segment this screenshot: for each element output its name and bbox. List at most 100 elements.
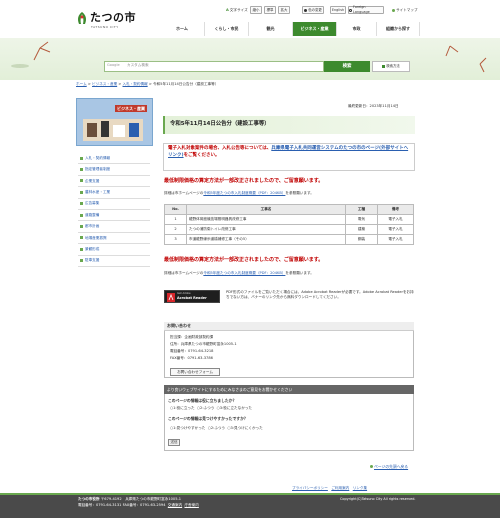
bid-overview-pdf-link[interactable]: 令和5年度たつの市入札制度概要（PDF：204KB）: [203, 271, 285, 275]
sidebar-item-local-industry[interactable]: 地場産業振興: [78, 233, 150, 245]
sidebar-item-business-support[interactable]: 企業支援: [78, 176, 150, 188]
survey-heading: より良いウェブサイトにするためにみなさまのご意見をお聞かせください: [164, 385, 414, 394]
font-small-button[interactable]: 縮小: [250, 6, 262, 14]
table-cell: 1: [164, 214, 187, 225]
detail-text-1: 詳細は市ホームページの令和5年度たつの市入札制度概要（PDF：204KB）を参照…: [164, 191, 314, 195]
notice-post: をご覧ください。: [183, 152, 220, 158]
page-top-link[interactable]: ページの先頭へ戻る: [370, 464, 408, 469]
table-cell: 建築: [345, 224, 378, 235]
col-header-no: No.: [164, 204, 187, 215]
survey-options-2: ○1:見つけやすかった ○2:ふつう ○3:見つけにくかった: [170, 426, 263, 431]
bullet-icon: [80, 247, 83, 251]
radio-easy[interactable]: ○1:見つけやすかった: [170, 426, 205, 430]
last-updated: 最終更新日：2023年11月14日: [348, 104, 399, 108]
privacy-policy-link[interactable]: プライバシーポリシー: [292, 486, 328, 490]
contact-fax: FAX番号：0791-63-3786: [170, 356, 213, 360]
table-cell: 電子入札: [377, 214, 414, 225]
copyright: Copyright(C)Tatsuno City All rights rese…: [340, 497, 416, 501]
radio-hard[interactable]: ○3:見つけにくかった: [227, 426, 262, 430]
table-cell: 鋼装: [345, 234, 378, 245]
breadcrumb-sep: >: [148, 82, 152, 86]
office-guide-link[interactable]: 庁舎案内: [184, 503, 198, 507]
bullet-icon: [80, 225, 83, 229]
sidebar-item-urban-planning[interactable]: 都市計画: [78, 221, 150, 233]
breadcrumb-bid[interactable]: 入札・契約情報: [123, 82, 148, 86]
sidebar-item-agriculture[interactable]: 農林水産・工業: [78, 187, 150, 199]
acrobat-label-1: Get Adobe: [177, 292, 191, 295]
breadcrumb-current: 令和5年11月14日公告分（建設工事等）: [152, 82, 219, 86]
breadcrumb-sep: >: [87, 82, 91, 86]
table-cell: 電子入札: [377, 224, 414, 235]
bullet-icon: [80, 168, 83, 172]
bullet-icon: [80, 202, 83, 206]
sitemap-icon: [392, 8, 395, 12]
acrobat-icon: [167, 293, 175, 302]
sidebar-item-ads[interactable]: 広告募集: [78, 199, 150, 210]
search-placeholder: カスタム検索: [127, 63, 149, 67]
survey-question-2: このページの情報は見つけやすかったですか？: [168, 416, 248, 421]
city-logo-icon[interactable]: [76, 11, 88, 25]
info-icon: [382, 65, 386, 68]
radio-normal-2[interactable]: ○2:ふつう: [208, 426, 225, 430]
table-row: 1 龍野体育館競技場照明器具改修工事 電気 電子入札: [164, 214, 414, 225]
page-title: 令和5年11月14日公告分（建設工事等）: [170, 121, 270, 127]
table-cell: 2: [164, 224, 187, 235]
radio-useful[interactable]: ○1:役に立った: [170, 406, 195, 410]
font-large-button[interactable]: 拡大: [278, 6, 290, 14]
acrobat-reader-banner[interactable]: Get Adobe Acrobat Reader: [164, 290, 220, 303]
footer-addr-line: 〒679-4192 兵庫県たつの市龍野町富永1005-1: [100, 497, 182, 501]
nav-business[interactable]: ビジネス・産業: [292, 22, 336, 36]
col-header-type: 工種: [345, 204, 378, 215]
sidebar-banner[interactable]: ビジネス・産業: [76, 98, 153, 146]
footer-links: プライバシーポリシー ご利用案内 リンク集: [292, 486, 367, 491]
radio-normal[interactable]: ○2:ふつう: [197, 406, 214, 410]
acrobat-text: PDF形式のファイルをご覧いただく場合には、Adobe Acrobat Read…: [226, 290, 414, 300]
warning-text-1: 最低制限価格の算定方法が一部改正されましたので、ご留意願います。: [164, 178, 324, 184]
bid-overview-pdf-link[interactable]: 令和5年度たつの市入札制度概要（PDF：204KB）: [203, 191, 285, 195]
search-help-button[interactable]: 検索方法: [372, 61, 410, 72]
sitemap-link[interactable]: サイトマップ: [392, 6, 418, 14]
site-logo-text[interactable]: たつの市: [90, 11, 136, 26]
footer-tel: 電話番号：0791-64-3131: [78, 502, 122, 507]
notice-text: 電子入札対象案件の場合、入札公告等については、兵庫県電子入札共同運営システムのた…: [168, 146, 412, 159]
table-cell: 電子入札: [377, 234, 414, 245]
breadcrumb-home[interactable]: ホーム: [76, 82, 87, 86]
survey-send-button[interactable]: 送信: [168, 439, 180, 446]
search-button[interactable]: 検索: [324, 61, 370, 72]
arrow-up-icon: [370, 465, 373, 468]
survey-options-1: ○1:役に立った ○2:ふつう ○3:役に立たなかった: [170, 406, 252, 411]
bullet-icon: [80, 190, 83, 194]
usage-guide-link[interactable]: ご利用案内: [331, 486, 349, 490]
sidebar-item-parking[interactable]: 駐車支援: [78, 256, 150, 267]
globe-icon: [349, 8, 352, 12]
access-link[interactable]: 交通案内: [168, 503, 182, 507]
link-collection-link[interactable]: リンク集: [353, 486, 367, 490]
breadcrumb-business[interactable]: ビジネス・産業: [92, 82, 117, 86]
detail-text-2: 詳細は市ホームページの令和5年度たつの市入札制度概要（PDF：204KB）を参照…: [164, 271, 314, 275]
nav-life[interactable]: くらし・市民: [204, 22, 248, 36]
sidebar-item-roads[interactable]: 道路整備: [78, 210, 150, 222]
sidebar-item-designated-manager[interactable]: 指定管理者制度: [78, 164, 150, 176]
inquiry-form-button[interactable]: お問い合わせフォーム: [170, 368, 220, 376]
nav-tourism[interactable]: 観光: [248, 22, 292, 36]
nav-home[interactable]: ホーム: [160, 22, 204, 36]
col-header-note: 備考: [377, 204, 414, 215]
nav-organization[interactable]: 組織から探す: [376, 22, 420, 36]
sidebar-item-bid[interactable]: 入札・契約情報: [78, 153, 150, 165]
notice-pre: 電子入札対象案件の場合、入札公告等については、: [168, 146, 272, 151]
footer-address: たつの市役所 〒679-4192 兵庫県たつの市龍野町富永1005-1 電話番号…: [78, 497, 288, 508]
sidebar-item-landscape[interactable]: 景観形成: [78, 244, 150, 256]
sidebar-banner-label: ビジネス・産業: [115, 105, 147, 113]
color-change-button[interactable]: 色の変更: [302, 6, 324, 14]
radio-not-useful[interactable]: ○3:役に立たなかった: [217, 406, 252, 410]
english-button[interactable]: English: [330, 6, 346, 14]
palette-icon: [304, 8, 308, 12]
font-standard-button[interactable]: 標準: [264, 6, 276, 14]
table-cell: 電気: [345, 214, 378, 225]
contact-heading: お問い合わせ: [164, 322, 414, 331]
warning-text-2: 最低制限価格の算定方法が一部改正されましたので、ご留意願います。: [164, 257, 324, 263]
bullet-icon: [80, 213, 83, 217]
nav-city-admin[interactable]: 市政: [336, 22, 376, 36]
font-size-label: A 文字サイズ: [226, 7, 248, 12]
foreign-language-button[interactable]: Foreign Language: [348, 5, 384, 14]
